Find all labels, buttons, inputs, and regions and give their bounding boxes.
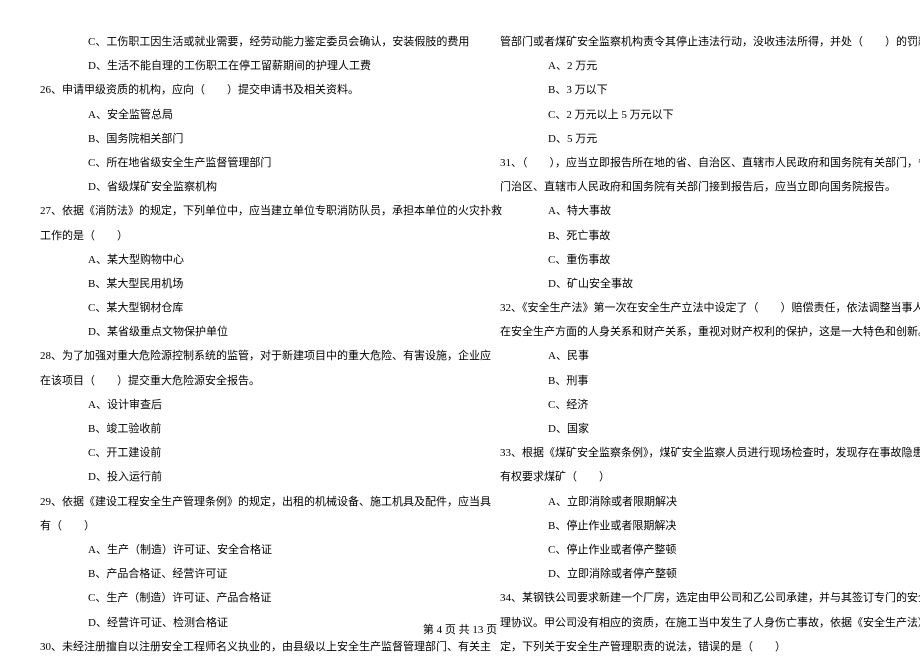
q26-option-c: C、所在地省级安全生产监督管理部门 — [40, 151, 440, 175]
q26-option-d: D、省级煤矿安全监察机构 — [40, 175, 440, 199]
q30-option-a: A、2 万元 — [500, 54, 900, 78]
q29-text: 29、依据《建设工程安全生产管理条例》的规定，出租的机械设备、施工机具及配件，应… — [40, 490, 440, 514]
page-columns: C、工伤职工因生活或就业需要，经劳动能力鉴定委员会确认，安装假肢的费用 D、生活… — [40, 30, 880, 659]
q28-option-c: C、开工建设前 — [40, 441, 440, 465]
q30-option-d: D、5 万元 — [500, 127, 900, 151]
q28-text-cont: 在该项目（ ）提交重大危险源安全报告。 — [40, 369, 440, 393]
q25-option-d: D、生活不能自理的工伤职工在停工留薪期间的护理人工费 — [40, 54, 440, 78]
q26-option-a: A、安全监管总局 — [40, 103, 440, 127]
q29-option-c: C、生产（制造）许可证、产品合格证 — [40, 586, 440, 610]
q32-text-cont: 在安全生产方面的人身关系和财产关系，重视对财产权利的保护，这是一大特色和创新。 — [500, 320, 900, 344]
left-column: C、工伤职工因生活或就业需要，经劳动能力鉴定委员会确认，安装假肢的费用 D、生活… — [40, 30, 440, 659]
q29-option-b: B、产品合格证、经营许可证 — [40, 562, 440, 586]
q33-option-a: A、立即消除或者限期解决 — [500, 490, 900, 514]
right-column: 管部门或者煤矿安全监察机构责令其停止违法行动，没收违法所得，并处（ ）的罚款。 … — [500, 30, 900, 659]
q28-option-d: D、投入运行前 — [40, 465, 440, 489]
q27-option-a: A、某大型购物中心 — [40, 248, 440, 272]
q31-option-c: C、重伤事故 — [500, 248, 900, 272]
q28-text: 28、为了加强对重大危险源控制系统的监管，对于新建项目中的重大危险、有害设施，企… — [40, 344, 440, 368]
q30-option-c: C、2 万元以上 5 万元以下 — [500, 103, 900, 127]
page-footer: 第 4 页 共 13 页 — [0, 618, 920, 642]
q34-text: 34、某钢铁公司要求新建一个厂房，选定由甲公司和乙公司承建，并与其签订专门的安全… — [500, 586, 900, 610]
q32-option-d: D、国家 — [500, 417, 900, 441]
q28-option-b: B、竣工验收前 — [40, 417, 440, 441]
q32-option-c: C、经济 — [500, 393, 900, 417]
q32-text: 32、《安全生产法》第一次在安全生产立法中设定了（ ）赔偿责任，依法调整当事人之… — [500, 296, 900, 320]
q27-option-c: C、某大型钢材仓库 — [40, 296, 440, 320]
q29-text-cont: 有（ ） — [40, 514, 440, 538]
q33-option-c: C、停止作业或者停产整顿 — [500, 538, 900, 562]
q26-option-b: B、国务院相关部门 — [40, 127, 440, 151]
q32-option-b: B、刑事 — [500, 369, 900, 393]
q28-option-a: A、设计审查后 — [40, 393, 440, 417]
q27-option-d: D、某省级重点文物保护单位 — [40, 320, 440, 344]
q32-option-a: A、民事 — [500, 344, 900, 368]
q33-option-b: B、停止作业或者限期解决 — [500, 514, 900, 538]
q30-text-cont: 管部门或者煤矿安全监察机构责令其停止违法行动，没收违法所得，并处（ ）的罚款。 — [500, 30, 900, 54]
q30-option-b: B、3 万以下 — [500, 78, 900, 102]
q31-text: 31、（ ），应当立即报告所在地的省、自治区、直辖市人民政府和国务院有关部门，省… — [500, 151, 900, 175]
q31-option-d: D、矿山安全事故 — [500, 272, 900, 296]
q33-text-cont: 有权要求煤矿（ ） — [500, 465, 900, 489]
q27-text-cont: 工作的是（ ） — [40, 224, 440, 248]
q31-option-b: B、死亡事故 — [500, 224, 900, 248]
q26-text: 26、申请甲级资质的机构，应向（ ）提交申请书及相关资料。 — [40, 78, 440, 102]
q33-option-d: D、立即消除或者停产整顿 — [500, 562, 900, 586]
q27-option-b: B、某大型民用机场 — [40, 272, 440, 296]
q33-text: 33、根据《煤矿安全监察条例》，煤矿安全监察人员进行现场检查时，发现存在事故隐患… — [500, 441, 900, 465]
q31-option-a: A、特大事故 — [500, 199, 900, 223]
q27-text: 27、依据《消防法》的规定，下列单位中，应当建立单位专职消防队员，承担本单位的火… — [40, 199, 440, 223]
q25-option-c: C、工伤职工因生活或就业需要，经劳动能力鉴定委员会确认，安装假肢的费用 — [40, 30, 440, 54]
q29-option-a: A、生产（制造）许可证、安全合格证 — [40, 538, 440, 562]
q31-text-cont: 门治区、直辖市人民政府和国务院有关部门接到报告后，应当立即向国务院报告。 — [500, 175, 900, 199]
